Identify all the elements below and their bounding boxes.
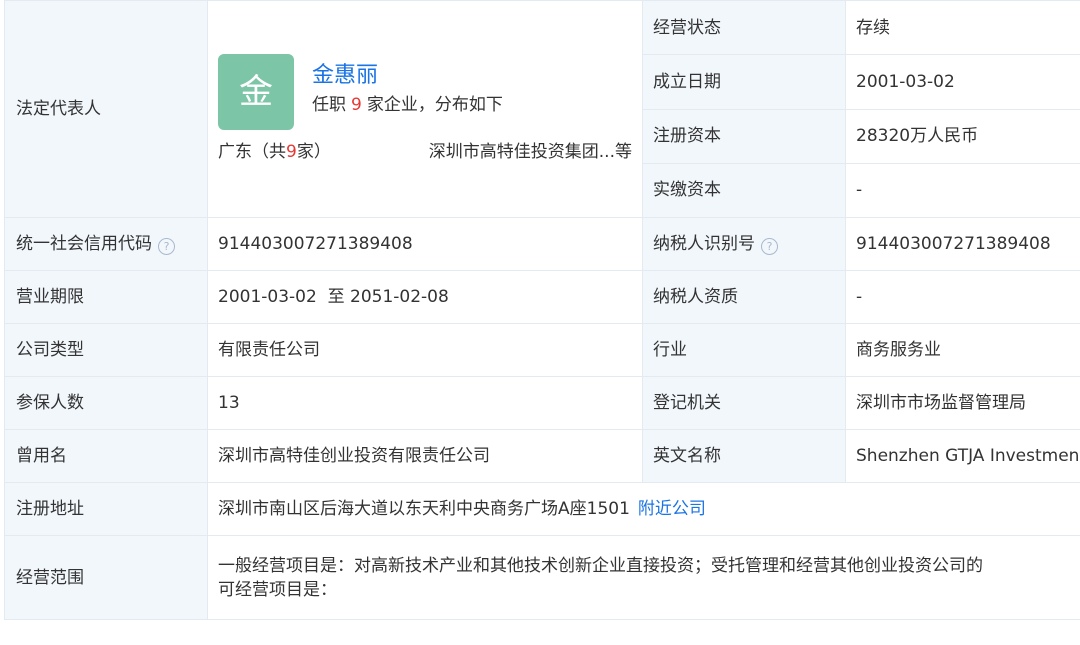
former-name-value: 深圳市高特佳创业投资有限责任公司 (207, 429, 643, 483)
table-row: 法定代表人 金 金惠丽 任职 9 家企业，分布如下 广东（共9家） 深圳市高特佳投资… (4, 0, 1080, 218)
business-scope-line-1: 一般经营项目是：对高新技术产业和其他技术创新企业直接投资；受托管理和经营其他创业… (218, 555, 983, 576)
insured-count-value: 13 (207, 376, 643, 430)
company-type-label: 公司类型 (4, 323, 208, 377)
desc-prefix: 任职 (312, 95, 346, 115)
province-prefix: 广东（共 (218, 142, 286, 162)
taxpayer-qualification-label: 纳税人资质 (642, 270, 846, 324)
english-name-value: Shenzhen GTJA Investment (845, 429, 1080, 483)
taxpayer-id-value: 914403007271389408 (845, 217, 1080, 271)
credit-code-value: 914403007271389408 (207, 217, 643, 271)
taxpayer-id-label: 纳税人识别号? (642, 217, 846, 271)
avatar[interactable]: 金 (218, 54, 294, 130)
established-label: 成立日期 (642, 54, 846, 110)
business-term-value: 2001-03-02 至 2051-02-08 (207, 270, 643, 324)
registered-address-label: 注册地址 (4, 482, 208, 536)
legal-rep-label: 法定代表人 (4, 0, 208, 218)
nearby-companies-link[interactable]: 附近公司 (638, 499, 706, 519)
table-row: 参保人数 13 登记机关 深圳市市场监督管理局 (4, 376, 1080, 430)
company-type-value: 有限责任公司 (207, 323, 643, 377)
registered-address-value: 深圳市南山区后海大道以东天利中央商务广场A座1501 (218, 499, 630, 519)
desc-count: 9 (351, 95, 362, 115)
taxpayer-qualification-value: - (845, 270, 1080, 324)
table-row: 营业期限 2001-03-02 至 2051-02-08 纳税人资质 - (4, 270, 1080, 324)
business-scope-label: 经营范围 (4, 535, 208, 620)
table-row: 统一社会信用代码? 914403007271389408 纳税人识别号? 914… (4, 217, 1080, 271)
registered-capital-label: 注册资本 (642, 108, 846, 164)
table-row: 曾用名 深圳市高特佳创业投资有限责任公司 英文名称 Shenzhen GTJA … (4, 429, 1080, 483)
desc-suffix: 家企业，分布如下 (366, 95, 503, 115)
help-circle-icon[interactable]: ? (761, 238, 778, 255)
province-suffix: 家） (296, 142, 331, 162)
table-row: 公司类型 有限责任公司 行业 商务服务业 (4, 323, 1080, 377)
taxpayer-id-label-text: 纳税人识别号 (653, 234, 755, 254)
status-label: 经营状态 (642, 0, 846, 56)
business-scope-value: 一般经营项目是：对高新技术产业和其他技术创新企业直接投资；受托管理和经营其他创业… (207, 535, 1080, 620)
legal-rep-name-link[interactable]: 金惠丽 (312, 62, 503, 90)
credit-code-label-text: 统一社会信用代码 (16, 234, 152, 254)
credit-code-label: 统一社会信用代码? (4, 217, 208, 271)
former-name-label: 曾用名 (4, 429, 208, 483)
province-count: 9 (286, 142, 297, 162)
legal-rep-cell: 金 金惠丽 任职 9 家企业，分布如下 广东（共9家） 深圳市高特佳投资集团...等 (207, 0, 643, 218)
status-value: 存续 (845, 0, 1080, 56)
table-row: 经营范围 一般经营项目是：对高新技术产业和其他技术创新企业直接投资；受托管理和经… (4, 535, 1080, 620)
industry-label: 行业 (642, 323, 846, 377)
paid-capital-value: - (845, 162, 1080, 219)
paid-capital-label: 实缴资本 (642, 162, 846, 219)
table-row: 注册地址 深圳市南山区后海大道以东天利中央商务广场A座1501 附近公司 (4, 482, 1080, 536)
legal-rep-desc: 任职 9 家企业，分布如下 (312, 92, 503, 118)
registration-authority-label: 登记机关 (642, 376, 846, 430)
registered-address-cell: 深圳市南山区后海大道以东天利中央商务广场A座1501 附近公司 (207, 482, 1080, 536)
company-info-panel: 法定代表人 金 金惠丽 任职 9 家企业，分布如下 广东（共9家） 深圳市高特佳投资… (0, 0, 1080, 645)
industry-value: 商务服务业 (845, 323, 1080, 377)
registered-capital-value: 28320万人民币 (845, 108, 1080, 164)
english-name-label: 英文名称 (642, 429, 846, 483)
help-circle-icon[interactable]: ? (158, 238, 175, 255)
business-scope-line-2: 可经营项目是： (218, 579, 337, 600)
registration-authority-value: 深圳市市场监督管理局 (845, 376, 1080, 430)
company-info-table: 法定代表人 金 金惠丽 任职 9 家企业，分布如下 广东（共9家） 深圳市高特佳投资… (4, 0, 1080, 620)
established-value: 2001-03-02 (845, 54, 1080, 110)
insured-count-label: 参保人数 (4, 376, 208, 430)
province-distribution-link[interactable]: 广东（共9家） (218, 140, 331, 164)
company-summary-link[interactable]: 深圳市高特佳投资集团...等 (429, 140, 632, 164)
business-term-label: 营业期限 (4, 270, 208, 324)
